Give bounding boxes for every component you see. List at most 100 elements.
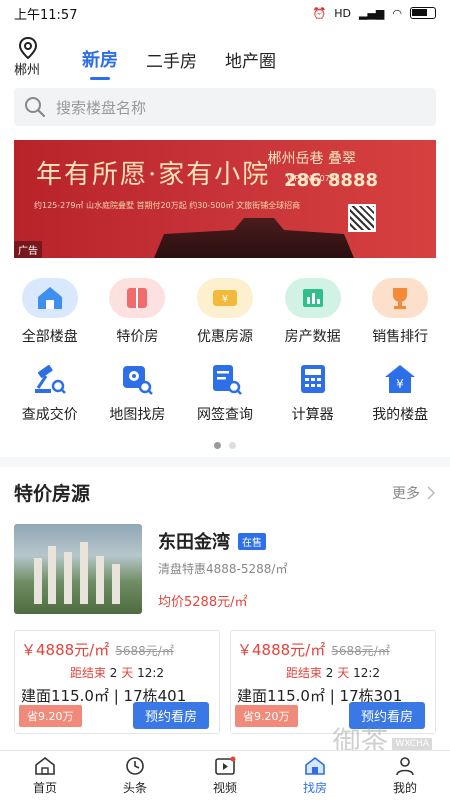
special-card[interactable]: ￥4888元/㎡ 5688元/㎡ 距结束 2 天 12:2 建面115.0㎡ |… [14, 630, 220, 734]
countdown-label: 距结束 [69, 666, 106, 680]
find-house-icon [305, 756, 325, 775]
signal-icon: ▂▄▆ [359, 6, 385, 20]
watermark-badge: WXCHA [392, 737, 432, 750]
countdown-day-unit: 天 [337, 666, 350, 680]
more-link[interactable]: 更多 [392, 483, 436, 503]
bottom-nav: 首页 头条 视频 找房 我的 [0, 750, 450, 800]
card-countdown: 距结束 2 天 12:2 [237, 664, 429, 681]
gavel-search-icon [30, 360, 70, 398]
grid-label: 优惠房源 [196, 329, 253, 345]
nav-label: 找房 [302, 780, 327, 795]
special-cards: ￥4888元/㎡ 5688元/㎡ 距结束 2 天 12:2 建面115.0㎡ |… [0, 614, 450, 734]
status-time: 上午11:57 [14, 7, 78, 23]
tab-real-estate-circle[interactable]: 地产圈 [225, 47, 276, 78]
card-price: ￥4888元/㎡ [21, 641, 110, 659]
bar-chart-icon [284, 278, 341, 318]
home-outline-icon [35, 756, 55, 775]
tab-new-house[interactable]: 新房 [82, 46, 118, 80]
grid-item-discount[interactable]: ¥ 优惠房源 [181, 278, 269, 346]
countdown-day-unit: 天 [121, 666, 134, 680]
nav-mine[interactable]: 我的 [360, 751, 450, 800]
card-price-row: ￥4888元/㎡ 5688元/㎡ [21, 639, 213, 660]
home-icon [21, 278, 78, 318]
battery-icon [410, 7, 436, 19]
ad-banner[interactable]: 年有所愿·家有小院 约125-279㎡ 山水庭院叠墅 首期付20万起 约30-5… [14, 140, 436, 258]
nav-label: 我的 [392, 780, 417, 795]
trophy-icon [372, 278, 429, 318]
location-pin-icon [18, 37, 38, 59]
section-divider [0, 457, 450, 467]
grid-item-special-price[interactable]: 特价房 [94, 278, 182, 346]
grid-label: 我的楼盘 [372, 407, 429, 423]
book-icon [109, 278, 166, 318]
status-badge: 在售 [238, 532, 266, 550]
property-name-row: 东田金湾 在售 [158, 528, 287, 554]
nav-find-house[interactable]: 找房 [270, 751, 360, 800]
signal-label: HD [334, 6, 351, 20]
search-input[interactable]: 搜索楼盘名称 [14, 88, 436, 126]
calculator-icon [293, 360, 333, 398]
grid-label: 全部楼盘 [21, 329, 78, 345]
card-original-price: 5688元/㎡ [331, 644, 390, 658]
grid-item-property-data[interactable]: 房产数据 [269, 278, 357, 346]
nav-home[interactable]: 首页 [0, 751, 90, 800]
grid-label: 计算器 [291, 407, 334, 423]
grid-item-transaction-price[interactable]: 查成交价 [6, 360, 94, 424]
card-price: ￥4888元/㎡ [237, 641, 326, 659]
special-card[interactable]: ￥4888元/㎡ 5688元/㎡ 距结束 2 天 12:2 建面115.0㎡ |… [230, 630, 436, 734]
wifi-icon: ◠ [392, 6, 402, 20]
chevron-right-icon [427, 485, 436, 500]
grid-label: 地图找房 [109, 407, 166, 423]
grid-item-calculator[interactable]: 计算器 [269, 360, 357, 424]
headline-icon [126, 756, 144, 775]
banner-building-image [154, 218, 354, 258]
nav-label: 头条 [122, 780, 147, 795]
nav-headlines[interactable]: 头条 [90, 751, 180, 800]
search-icon [25, 97, 46, 118]
countdown-days: 2 [109, 666, 118, 680]
save-tag: 省9.20万 [235, 704, 298, 727]
grid-label: 销售排行 [372, 329, 429, 345]
city-name: 郴州 [14, 63, 41, 78]
nav-video[interactable]: 视频 [180, 751, 270, 800]
grid-item-all-properties[interactable]: 全部楼盘 [6, 278, 94, 346]
grid-item-sales-ranking[interactable]: 销售排行 [356, 278, 444, 346]
property-avg-price: 均价5288元/㎡ [158, 595, 248, 610]
tab-second-hand[interactable]: 二手房 [146, 47, 197, 78]
my-house-icon: ¥ [380, 360, 420, 398]
grid-item-contract-query[interactable]: 网签查询 [181, 360, 269, 424]
user-icon [396, 756, 414, 775]
svg-text:¥: ¥ [222, 294, 228, 305]
alarm-icon: ⏰ [312, 6, 327, 20]
save-tag: 省9.20万 [19, 704, 82, 727]
city-selector[interactable]: 郴州 [14, 37, 54, 78]
grid-item-my-properties[interactable]: ¥ 我的楼盘 [356, 360, 444, 424]
grid-label: 房产数据 [284, 329, 341, 345]
more-label: 更多 [392, 485, 420, 502]
countdown-label: 距结束 [285, 666, 322, 680]
property-image [14, 524, 142, 614]
property-listing[interactable]: 东田金湾 在售 清盘特惠4888-5288/㎡ 均价5288元/㎡ [0, 506, 450, 614]
main-tabs: 新房 二手房 地产圈 [82, 46, 276, 80]
svg-text:¥: ¥ [396, 377, 404, 391]
countdown-time: 12:2 [137, 666, 165, 680]
map-search-icon [117, 360, 157, 398]
nav-label: 首页 [32, 780, 57, 795]
grid-item-map-search[interactable]: 地图找房 [94, 360, 182, 424]
grid-label: 特价房 [116, 329, 159, 345]
countdown-time: 12:2 [353, 666, 381, 680]
property-info: 东田金湾 在售 清盘特惠4888-5288/㎡ 均价5288元/㎡ [158, 524, 287, 614]
qr-code-icon [348, 204, 376, 232]
nav-label: 视频 [212, 780, 237, 795]
book-viewing-button[interactable]: 预约看房 [132, 702, 209, 729]
card-bottom: 省9.20万 预约看房 [19, 702, 209, 729]
ticket-icon: ¥ [196, 278, 253, 318]
banner-slogan: 年有所愿·家有小院 [36, 160, 271, 190]
property-promo: 清盘特惠4888-5288/㎡ [158, 562, 288, 576]
ad-tag: 广告 [14, 241, 42, 258]
special-section-header: 特价房源 更多 [0, 467, 450, 506]
property-name: 东田金湾 [158, 532, 230, 553]
top-nav: 郴州 新房 二手房 地产圈 [0, 26, 450, 86]
video-icon [215, 756, 236, 775]
document-search-icon [205, 360, 245, 398]
